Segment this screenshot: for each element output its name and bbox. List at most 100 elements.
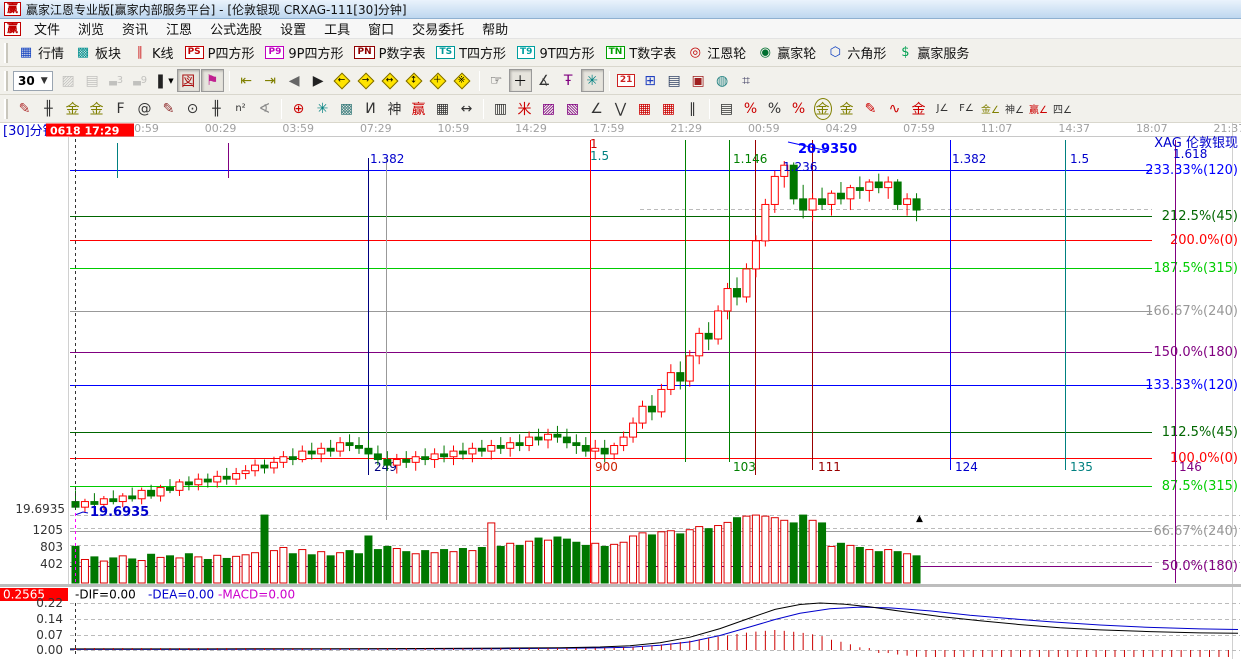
kline-button[interactable]: ∥K线 (127, 41, 179, 64)
f-grid-tool[interactable]: F (109, 97, 132, 120)
winner-service-button-label: 赢家服务 (917, 43, 969, 62)
hexagon-button[interactable]: ⬡六角形 (822, 41, 891, 64)
gann-wheel-button[interactable]: ◎江恩轮 (682, 41, 751, 64)
menu-item[interactable]: 设置 (271, 18, 315, 39)
prev-bar-button[interactable]: ◀ (283, 69, 306, 92)
menu-item[interactable]: 帮助 (473, 18, 517, 39)
zoom-in-button[interactable]: ＋ (427, 69, 450, 92)
red-grid-arrow-tool[interactable]: ▦ (657, 97, 680, 120)
report-icon[interactable]: ▤ (81, 69, 104, 92)
menu-item[interactable]: 资讯 (113, 18, 157, 39)
angle-mirror-tool[interactable]: ∢ (253, 97, 276, 120)
web-tool[interactable]: ◍ (711, 69, 734, 92)
save-tool[interactable]: ▣ (687, 69, 710, 92)
percent-tool[interactable]: % (763, 97, 786, 120)
next-bar-button[interactable]: ▶ (307, 69, 330, 92)
wave-lines-tool-icon: ∿ (889, 101, 901, 117)
first-page-button[interactable]: ⇤ (235, 69, 258, 92)
red-grid-tool[interactable]: ▦ (633, 97, 656, 120)
percent-red-tool[interactable]: % (787, 97, 810, 120)
pattern-icon[interactable]: ▨ (57, 69, 80, 92)
zoom-h-button[interactable]: ↔ (379, 69, 402, 92)
box-rule-tool[interactable]: ▥ (489, 97, 512, 120)
winner-wheel-button-label: 赢家轮 (777, 43, 816, 62)
winner-service-button[interactable]: $赢家服务 (892, 41, 974, 64)
bars9-icon[interactable]: ▃9 (129, 69, 152, 92)
ruler-lines-tool[interactable]: ╫ (205, 97, 228, 120)
clock-circle-tool[interactable]: ⊙ (181, 97, 204, 120)
pen-grid-tool[interactable]: ✎ (157, 97, 180, 120)
t-number-table-button[interactable]: TNT数字表 (601, 41, 682, 64)
gold-circle-tool[interactable]: 金 (811, 97, 834, 120)
wave-mark-tool[interactable]: И (359, 97, 382, 120)
menu-item[interactable]: 江恩 (157, 18, 201, 39)
menu-item[interactable]: 工具 (315, 18, 359, 39)
target-circle-tool[interactable]: ⊕ (287, 97, 310, 120)
workstation-tool[interactable]: ⌗ (735, 69, 758, 92)
v-dots-tool[interactable]: ⋁ (609, 97, 632, 120)
period-select[interactable]: 30▼ (13, 71, 53, 91)
calendar-tool[interactable]: 21 (615, 69, 638, 92)
red-pen-tool[interactable]: ✎ (859, 97, 882, 120)
si-angle-tool[interactable]: 四∠ (1051, 97, 1074, 120)
t-square-button[interactable]: TST四方形 (431, 41, 511, 64)
bars3-icon[interactable]: ▃3 (105, 69, 128, 92)
parallel-tool[interactable]: ∥ (681, 97, 704, 120)
win-angle-tool[interactable]: 赢∠ (1027, 97, 1050, 120)
hand-tool[interactable]: ☞ (485, 69, 508, 92)
win-grid-tool[interactable]: 赢 (407, 97, 430, 120)
quotes-button[interactable]: ▦行情 (13, 41, 69, 64)
zoom-all-button[interactable]: ※ (451, 69, 474, 92)
pan-right-button[interactable]: → (355, 69, 378, 92)
pen-tool[interactable]: ✎ (13, 97, 36, 120)
gann-shape-tool[interactable]: 図 (177, 69, 200, 92)
analysis-tool[interactable]: ✳ (581, 69, 604, 92)
candle-style-select[interactable]: ❚▼ (153, 69, 176, 92)
width-arrows-tool[interactable]: ↔ (455, 97, 478, 120)
wave-lines-tool[interactable]: ∿ (883, 97, 906, 120)
price-chart-canvas[interactable]: 20:5900:2903:5907:2910:5914:2917:5921:29… (0, 123, 1241, 659)
gold-red-lines-tool[interactable]: 金 (907, 97, 930, 120)
shen-angle-tool[interactable]: 神∠ (1003, 97, 1026, 120)
winner-wheel-button[interactable]: ◉赢家轮 (752, 41, 821, 64)
hist-compare-tool[interactable]: ▤ (715, 97, 738, 120)
text-tool[interactable]: Ŧ (557, 69, 580, 92)
9t-square-button[interactable]: T99T四方形 (512, 41, 600, 64)
gold-grid2-tool[interactable]: 金 (85, 97, 108, 120)
menu-item[interactable]: 窗口 (359, 18, 403, 39)
crosshair-tool[interactable]: ＋ (509, 69, 532, 92)
fan-box-tool[interactable]: ▧ (561, 97, 584, 120)
spiral-tool[interactable]: @ (133, 97, 156, 120)
grid-123-tool[interactable]: ▦ (431, 97, 454, 120)
notes-tool[interactable]: ▤ (663, 69, 686, 92)
star-grid-tool[interactable]: ✳ (311, 97, 334, 120)
menu-item[interactable]: 交易委托 (403, 18, 473, 39)
grid-lines-tool[interactable]: ╫ (37, 97, 60, 120)
fan-rays-tool[interactable]: 米 (513, 97, 536, 120)
svg-text:21:29: 21:29 (670, 123, 702, 135)
gold-lines-tool[interactable]: 金 (835, 97, 858, 120)
gold-angle-tool[interactable]: 金∠ (979, 97, 1002, 120)
gold-grid-tool[interactable]: 金 (61, 97, 84, 120)
shen-grid-tool[interactable]: 神 (383, 97, 406, 120)
zoom-v-button[interactable]: ↕ (403, 69, 426, 92)
pan-left-button[interactable]: ← (331, 69, 354, 92)
percent-line-tool[interactable]: % (739, 97, 762, 120)
flag-chart-tool[interactable]: ⚑ (201, 69, 224, 92)
p-number-table-button[interactable]: PNP数字表 (349, 41, 430, 64)
f-angle-tool[interactable]: F∠ (955, 97, 978, 120)
grid-box-tool[interactable]: ▩ (335, 97, 358, 120)
fan-purple-tool[interactable]: ▨ (537, 97, 560, 120)
sectors-button[interactable]: ▩板块 (70, 41, 126, 64)
calculator-tool[interactable]: ⊞ (639, 69, 662, 92)
last-page-button[interactable]: ⇥ (259, 69, 282, 92)
angle-lines-tool[interactable]: ∠ (585, 97, 608, 120)
menu-item[interactable]: 文件 (25, 18, 69, 39)
9p-square-button[interactable]: P99P四方形 (260, 41, 348, 64)
n2-grid-tool[interactable]: n² (229, 97, 252, 120)
menu-item[interactable]: 浏览 (69, 18, 113, 39)
p-square-button[interactable]: PSP四方形 (180, 41, 260, 64)
menu-item[interactable]: 公式选股 (201, 18, 271, 39)
j-angle-tool[interactable]: J∠ (931, 97, 954, 120)
measure-tool[interactable]: ∡ (533, 69, 556, 92)
